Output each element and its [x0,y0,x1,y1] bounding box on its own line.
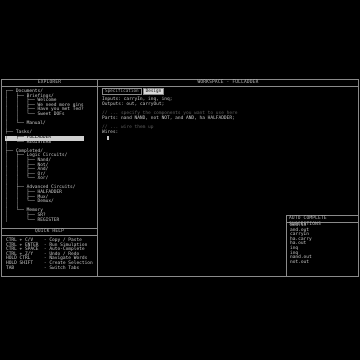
tree-item[interactable]: │ └── REGISTER [5,218,84,224]
workspace-tabbar: Specification Design [102,88,165,95]
code-line[interactable]: Parts: nand NAND, not NOT, and AND, ha H… [102,115,237,122]
file-tree: ┌── Documents/│ ├── Briefings/│ │ ├── We… [5,89,84,224]
text-cursor [107,135,110,140]
code-line-text: Outputs: out, carryOut; [102,101,165,107]
code-line[interactable] [102,135,237,141]
shortcut-list: CTRL + C/V - Copy / Paste CTRL + ENTER - … [6,238,93,271]
code-line-text: Wires: [102,129,119,135]
explorer-title: EXPLORER [2,80,97,87]
code-line-text: Parts: nand NAND, not NOT, and AND, ha H… [102,115,235,121]
autocomplete-panel: AUTO COMPLETE SUGGESTIONS and.in and.out c… [286,215,359,277]
shortcut-item: TAB - Switch Tabs [6,265,80,271]
workspace-title: WORKSPACE - FULLADDER [98,80,358,87]
tab-specification[interactable]: Specification [102,88,142,95]
tab-design[interactable]: Design [142,88,165,95]
autocomplete-title: AUTO COMPLETE SUGGESTIONS [287,216,358,227]
explorer-panel: EXPLORER ┌── Documents/│ ├── Briefings/│… [1,79,98,229]
code-editor[interactable]: Inputs: carryIn, inq, inq; Outputs: out, … [102,97,237,141]
suggestion-item[interactable]: not.out [290,260,312,266]
suggestion-list: and.in and.out carryIn ha.carry ha.out inq inq… [290,223,312,266]
quick-help-title: QUICK HELP [2,229,97,236]
quick-help-panel: QUICK HELP CTRL + C/V - Copy / Paste CTRL… [1,228,98,277]
